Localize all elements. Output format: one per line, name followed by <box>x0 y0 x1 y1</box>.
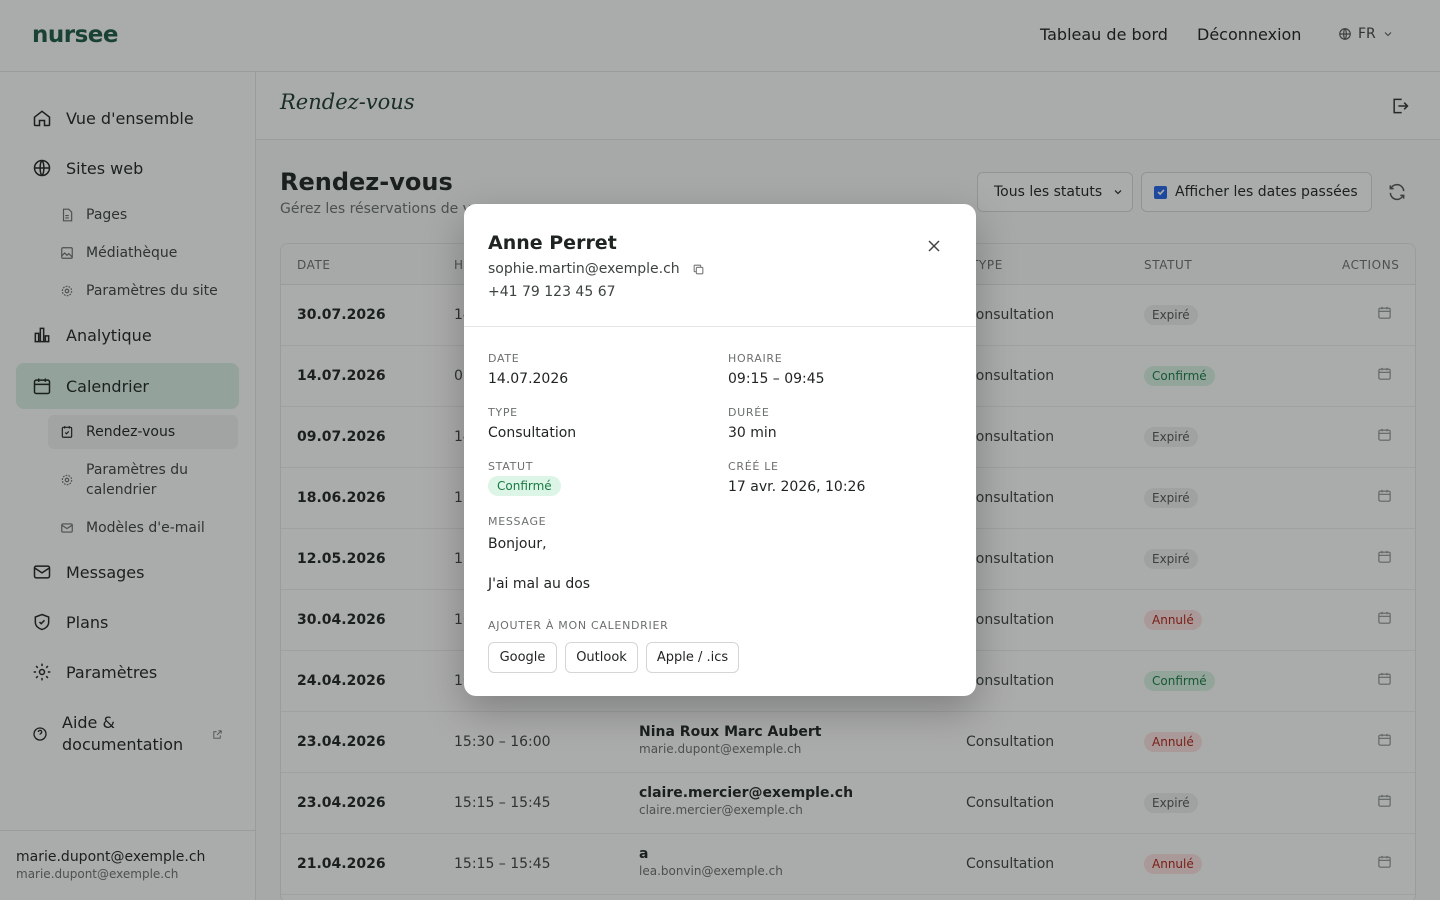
copy-icon[interactable] <box>692 263 705 276</box>
outlook-calendar-button[interactable]: Outlook <box>565 642 638 673</box>
google-calendar-button[interactable]: Google <box>488 642 557 673</box>
time-value: 09:15 – 09:45 <box>728 371 825 387</box>
message-line: Bonjour, <box>488 536 547 552</box>
appointment-detail-modal: Anne Perret sophie.martin@exemple.ch +41… <box>464 204 976 696</box>
modal-header: Anne Perret sophie.martin@exemple.ch +41… <box>464 204 976 327</box>
add-to-calendar-label: AJOUTER À MON CALENDRIER <box>488 619 669 632</box>
type-label: TYPE <box>488 406 518 419</box>
duration-label: DURÉE <box>728 406 770 419</box>
date-value: 14.07.2026 <box>488 371 569 387</box>
time-label: HORAIRE <box>728 352 783 365</box>
client-name: Anne Perret <box>488 232 617 254</box>
date-label: DATE <box>488 352 520 365</box>
duration-value: 30 min <box>728 425 777 441</box>
message-line: J'ai mal au dos <box>488 576 591 592</box>
message-label: MESSAGE <box>488 515 547 528</box>
type-value: Consultation <box>488 425 577 441</box>
client-phone: +41 79 123 45 67 <box>488 284 616 300</box>
client-email: sophie.martin@exemple.ch <box>488 261 680 277</box>
client-email-row: sophie.martin@exemple.ch <box>488 261 705 277</box>
created-value: 17 avr. 2026, 10:26 <box>728 479 866 495</box>
status-label: STATUT <box>488 460 534 473</box>
close-icon[interactable] <box>924 236 944 256</box>
apple-ics-button[interactable]: Apple / .ics <box>646 642 739 673</box>
created-label: CRÉÉ LE <box>728 460 779 473</box>
status-badge: Confirmé <box>488 476 561 496</box>
